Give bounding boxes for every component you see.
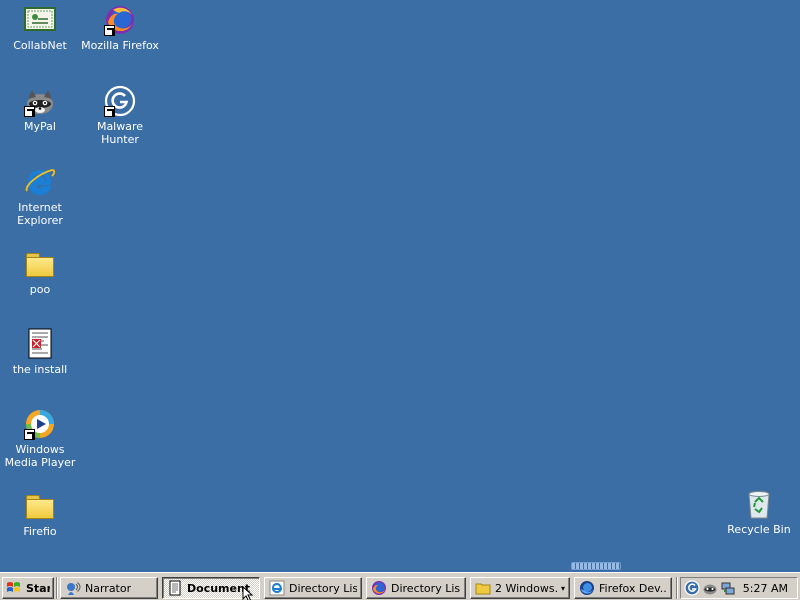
- desktop-icon-poo[interactable]: poo: [0, 248, 80, 296]
- shortcut-arrow-icon: [104, 106, 115, 117]
- taskbar-button-label: Firefox Dev...: [599, 581, 667, 595]
- mypal-icon: [24, 85, 56, 117]
- firefox-icon: [104, 4, 136, 36]
- network-tray-icon[interactable]: [720, 580, 736, 596]
- taskbar-button-directory-listing-ie[interactable]: Directory Lis...: [264, 577, 362, 599]
- shortcut-arrow-icon: [104, 25, 115, 36]
- desktop-icon-internet-explorer[interactable]: Internet Explorer: [0, 166, 80, 227]
- desktop-icon-mypal[interactable]: MyPal: [0, 85, 80, 133]
- document-icon: [169, 580, 181, 596]
- start-label: Start: [26, 581, 50, 595]
- taskbar-button-directory-listing-firefox[interactable]: Directory Lis...: [366, 577, 466, 599]
- desktop-icon-label: the install: [12, 363, 68, 376]
- desktop-icon-firefio[interactable]: Firefio: [0, 490, 80, 538]
- internet-explorer-icon: [269, 580, 285, 596]
- folder-icon: [475, 583, 491, 595]
- windows-media-player-icon: [24, 408, 56, 440]
- system-tray: 5:27 AM: [680, 577, 798, 599]
- desktop-icon-recycle-bin[interactable]: Recycle Bin: [719, 488, 799, 536]
- recycle-bin-icon: [743, 488, 775, 520]
- desktop-icon-label: MyPal: [24, 120, 56, 133]
- taskbar-button-firefox-developer[interactable]: Firefox Dev...: [574, 577, 672, 599]
- desktop-icon-windows-media-player[interactable]: Windows Media Player: [0, 408, 80, 469]
- desktop-icon-label: Recycle Bin: [727, 523, 791, 536]
- busy-indicator: [571, 562, 621, 570]
- taskbar-separator: [676, 577, 678, 599]
- narrator-icon: [67, 582, 81, 595]
- firefox-icon: [372, 581, 386, 595]
- desktop-icon-collabnet[interactable]: CollabNet: [0, 4, 80, 52]
- desktop-icon-mozilla-firefox[interactable]: Mozilla Firefox: [80, 4, 160, 52]
- taskbar-button-label: Narrator: [85, 581, 132, 595]
- taskbar: Start Narrator Document ... Directory Li…: [0, 572, 800, 600]
- windows-logo-icon: [7, 582, 20, 592]
- firefox-dev-icon: [580, 581, 594, 595]
- desktop-icon-label: Internet Explorer: [17, 201, 63, 227]
- folder-icon: [24, 490, 56, 522]
- chevron-down-icon: ▾: [560, 583, 565, 593]
- mouse-cursor-icon: [242, 586, 254, 600]
- desktop-icon-malware-hunter[interactable]: Malware Hunter: [80, 85, 160, 146]
- desktop-icon-label: Malware Hunter: [96, 120, 144, 146]
- taskbar-button-windows-group[interactable]: 2 Windows... ▾: [470, 577, 570, 599]
- desktop-icon-label: Mozilla Firefox: [81, 39, 159, 52]
- folder-icon: [24, 248, 56, 280]
- desktop-icon-label: Windows Media Player: [4, 443, 76, 469]
- malware-hunter-tray-icon[interactable]: [684, 580, 700, 596]
- desktop-icon-label: Firefio: [23, 525, 57, 538]
- collabnet-icon: [24, 4, 56, 36]
- malware-hunter-icon: [104, 85, 136, 117]
- mypal-tray-icon[interactable]: [702, 580, 718, 596]
- desktop-icon-label: CollabNet: [13, 39, 67, 52]
- taskbar-button-narrator[interactable]: Narrator: [60, 577, 158, 599]
- internet-explorer-icon: [24, 166, 56, 198]
- shortcut-arrow-icon: [24, 106, 35, 117]
- taskbar-button-label: 2 Windows...: [495, 581, 558, 595]
- clock[interactable]: 5:27 AM: [743, 582, 788, 595]
- taskbar-separator: [56, 577, 58, 599]
- document-icon: [24, 328, 56, 360]
- taskbar-button-label: Directory Lis...: [289, 581, 357, 595]
- desktop-icon-label: poo: [29, 283, 51, 296]
- taskbar-button-label: Directory Lis...: [391, 581, 461, 595]
- start-button[interactable]: Start: [2, 577, 54, 599]
- shortcut-arrow-icon: [24, 429, 35, 440]
- desktop-icon-the-install[interactable]: the install: [0, 328, 80, 376]
